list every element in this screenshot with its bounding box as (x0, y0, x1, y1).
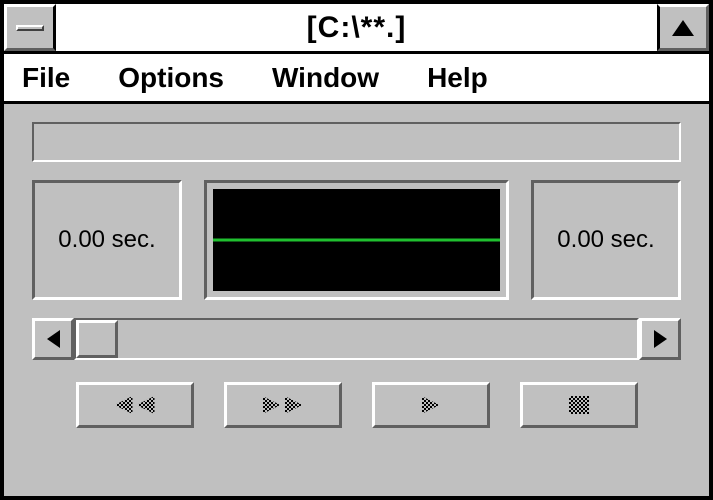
play-icon (422, 396, 440, 414)
arrow-right-icon (654, 330, 667, 348)
rewind-button[interactable] (76, 382, 194, 428)
main-window: [C:\**.] File Options Window Help 0.00 s… (0, 0, 713, 500)
display-row: 0.00 sec. 0.00 sec. (32, 180, 681, 300)
title-bar: [C:\**.] (4, 4, 709, 54)
fast-forward-button[interactable] (224, 382, 342, 428)
menu-file[interactable]: File (22, 62, 70, 94)
rewind-icon (115, 396, 155, 414)
waveform-canvas (213, 189, 500, 291)
system-menu-button[interactable] (4, 4, 56, 51)
waveform-line-icon (213, 239, 500, 242)
play-button[interactable] (372, 382, 490, 428)
status-bar (32, 122, 681, 162)
stop-button[interactable] (520, 382, 638, 428)
scroll-right-button[interactable] (639, 318, 681, 360)
stop-icon (569, 396, 589, 414)
menu-help[interactable]: Help (427, 62, 488, 94)
position-scrollbar (32, 318, 681, 360)
arrow-left-icon (47, 330, 60, 348)
transport-controls (32, 378, 681, 428)
menu-bar: File Options Window Help (4, 54, 709, 104)
waveform-display (204, 180, 509, 300)
menu-window[interactable]: Window (272, 62, 379, 94)
window-title: [C:\**.] (56, 4, 657, 51)
client-area: 0.00 sec. 0.00 sec. (4, 104, 709, 496)
scroll-track[interactable] (74, 318, 639, 360)
time-right-display: 0.00 sec. (531, 180, 681, 300)
triangle-up-icon (672, 20, 694, 36)
time-left-display: 0.00 sec. (32, 180, 182, 300)
system-menu-icon (16, 25, 44, 31)
fast-forward-icon (263, 396, 303, 414)
restore-button[interactable] (657, 4, 709, 51)
time-right-value: 0.00 sec. (557, 226, 654, 254)
scroll-left-button[interactable] (32, 318, 74, 360)
scroll-thumb[interactable] (76, 320, 118, 358)
time-left-value: 0.00 sec. (58, 226, 155, 254)
menu-options[interactable]: Options (118, 62, 224, 94)
